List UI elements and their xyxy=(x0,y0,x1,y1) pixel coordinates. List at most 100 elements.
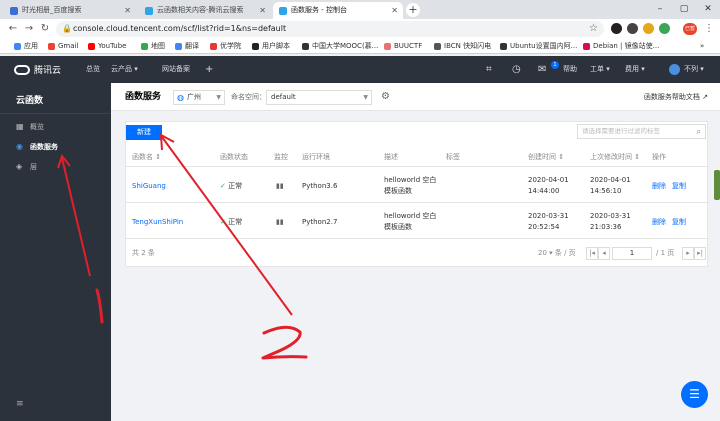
brand-name: 腾讯云 xyxy=(34,66,62,76)
bookmark-label: Debian | 镜像站使... xyxy=(593,42,660,50)
browser-tab-1[interactable]: 时光相册_百度搜索 ✕ xyxy=(4,2,136,19)
gmail-icon xyxy=(48,43,55,50)
search-icon[interactable]: ⌕ xyxy=(697,125,701,138)
function-name-link[interactable]: ShiGuang xyxy=(132,181,166,192)
sidebar-item-overview[interactable]: ▦ 概览 xyxy=(0,117,111,137)
modified-time: 14:56:10 xyxy=(590,187,622,195)
bookmark-mooc[interactable]: 中国大学MOOC(慕... xyxy=(302,39,378,54)
maximize-icon[interactable]: ▢ xyxy=(673,0,695,19)
bookmark-maps[interactable]: 地图 xyxy=(141,39,165,54)
bookmark-translate[interactable]: 翻译 xyxy=(175,39,199,54)
debian-icon xyxy=(583,43,590,50)
copy-link[interactable]: 复制 xyxy=(672,181,686,192)
namespace-value: default xyxy=(271,93,296,101)
url-field[interactable]: 🔒 console.cloud.tencent.com/scf/list?rid… xyxy=(56,21,604,37)
col-created[interactable]: 创建时间 ⇕ xyxy=(528,147,564,167)
first-page-icon[interactable]: |◂ xyxy=(586,247,598,260)
bookmark-label: Ubuntu设置国内阿... xyxy=(510,42,578,50)
page-size-select[interactable]: 20 ▾ 条 / 页 xyxy=(538,248,576,259)
mail-icon[interactable]: ✉ xyxy=(538,56,546,83)
side-handle[interactable] xyxy=(714,170,720,200)
collapse-sidebar-icon[interactable]: ≡ xyxy=(16,399,24,409)
user-avatar[interactable] xyxy=(669,64,680,75)
status-cell: ✓ 正常 xyxy=(220,217,242,228)
total-count: 共 2 条 xyxy=(132,249,155,257)
bookmark-ibcn[interactable]: IBCN 快知闪电 xyxy=(434,39,491,54)
bookmark-gmail[interactable]: Gmail xyxy=(48,39,78,54)
prev-page-icon[interactable]: ◂ xyxy=(598,247,610,260)
close-tab-icon[interactable]: ✕ xyxy=(391,2,398,19)
nav-tickets[interactable]: 工单 ▾ xyxy=(590,56,610,83)
profile-button[interactable]: 已暂停 xyxy=(683,23,697,44)
youtube-icon xyxy=(88,43,95,50)
bookmark-apps[interactable]: 应用 xyxy=(14,39,38,54)
bookmark-youxueyuan[interactable]: 优学院 xyxy=(210,39,241,54)
col-function-name[interactable]: 函数名 ⇕ xyxy=(132,147,161,167)
layers-icon: ◈ xyxy=(16,162,23,171)
bookmarks-overflow-icon[interactable]: » xyxy=(700,39,704,54)
extension-icon[interactable] xyxy=(659,23,670,34)
next-page-icon[interactable]: ▸ xyxy=(682,247,694,260)
minimize-icon[interactable]: – xyxy=(649,0,671,19)
chat-support-icon[interactable]: ☰ xyxy=(681,381,708,408)
new-function-button[interactable]: 新建 xyxy=(126,125,162,140)
last-page-icon[interactable]: ▸| xyxy=(694,247,706,260)
browser-tab-2[interactable]: 云函数相关内容-腾讯云搜索 ✕ xyxy=(139,2,271,19)
monitor-chart-icon[interactable]: ▮▮ xyxy=(276,181,284,192)
bookmark-youtube[interactable]: YouTube xyxy=(88,39,126,54)
col-modified[interactable]: 上次修改时间 ⇕ xyxy=(590,147,640,167)
sidebar-item-layers[interactable]: ◈ 层 xyxy=(0,157,111,177)
qrcode-icon[interactable]: ⌗ xyxy=(486,56,492,83)
help-doc-link[interactable]: 函数服务帮助文档 ↗ xyxy=(644,83,708,111)
runtime-cell: Python2.7 xyxy=(302,218,338,226)
forward-icon[interactable]: → xyxy=(22,22,36,36)
nav-icp-filing[interactable]: 网站备案 xyxy=(162,56,190,83)
browser-tab-3-active[interactable]: 函数服务 - 控制台 ✕ xyxy=(273,2,403,19)
description-line-1: helloworld 空白 xyxy=(384,176,437,184)
extension-icon[interactable] xyxy=(643,23,654,34)
namespace-select[interactable]: default ▼ xyxy=(266,90,372,105)
region-select[interactable]: ◍ 广州 ▼ xyxy=(173,90,225,105)
reload-icon[interactable]: ↻ xyxy=(38,22,52,36)
page-number-input[interactable]: 1 xyxy=(612,247,652,260)
close-window-icon[interactable]: ✕ xyxy=(697,0,719,19)
tencent-cloud-logo[interactable]: 腾讯云 xyxy=(14,62,61,77)
copy-link[interactable]: 复制 xyxy=(672,217,686,228)
function-name-link[interactable]: TengXunShiPin xyxy=(132,217,183,228)
nav-help[interactable]: 帮助 xyxy=(563,56,577,83)
total-pages: / 1 页 xyxy=(656,249,675,257)
nav-account[interactable]: 不列 ▾ xyxy=(684,56,704,83)
nav-overview[interactable]: 总览 xyxy=(86,56,100,83)
bookmark-label: BUUCTF xyxy=(394,42,423,50)
sidebar-item-functions[interactable]: ◉ 函数服务 xyxy=(0,137,111,157)
cloud-logo-icon xyxy=(14,64,30,75)
clock-icon[interactable]: ◷ xyxy=(512,56,521,83)
extension-icon[interactable] xyxy=(611,23,622,34)
tag-filter-search[interactable]: 请选择需要进行过滤的标签 ⌕ xyxy=(577,124,706,139)
close-tab-icon[interactable]: ✕ xyxy=(124,2,131,19)
lock-icon: 🔒 xyxy=(62,24,72,33)
github-icon xyxy=(500,43,507,50)
col-runtime: 运行环境 xyxy=(302,153,330,161)
new-tab-button[interactable]: + xyxy=(406,3,420,17)
status-text: 正常 xyxy=(228,182,243,190)
sidebar-title: 云函数 xyxy=(16,96,44,106)
extension-icon[interactable] xyxy=(627,23,638,34)
nav-add[interactable]: + xyxy=(205,56,213,83)
bookmark-buuctf[interactable]: BUUCTF xyxy=(384,39,422,54)
bookmark-debian[interactable]: Debian | 镜像站使... xyxy=(583,39,659,54)
close-tab-icon[interactable]: ✕ xyxy=(259,2,266,19)
check-circle-icon: ✓ xyxy=(220,182,226,190)
bookmark-userscripts[interactable]: 用户脚本 xyxy=(252,39,290,54)
nav-products[interactable]: 云产品 ▾ xyxy=(111,56,138,83)
bookmark-ubuntu[interactable]: Ubuntu设置国内阿... xyxy=(500,39,577,54)
nav-billing[interactable]: 费用 ▾ xyxy=(625,56,645,83)
col-actions: 操作 xyxy=(652,153,666,161)
delete-link[interactable]: 删除 xyxy=(652,217,666,228)
more-menu-icon[interactable]: ⋮ xyxy=(702,22,716,36)
bookmark-star-icon[interactable]: ☆ xyxy=(589,21,598,37)
delete-link[interactable]: 删除 xyxy=(652,181,666,192)
back-icon[interactable]: ← xyxy=(6,22,20,36)
gear-icon[interactable]: ⚙ xyxy=(381,83,390,111)
monitor-chart-icon[interactable]: ▮▮ xyxy=(276,217,284,228)
